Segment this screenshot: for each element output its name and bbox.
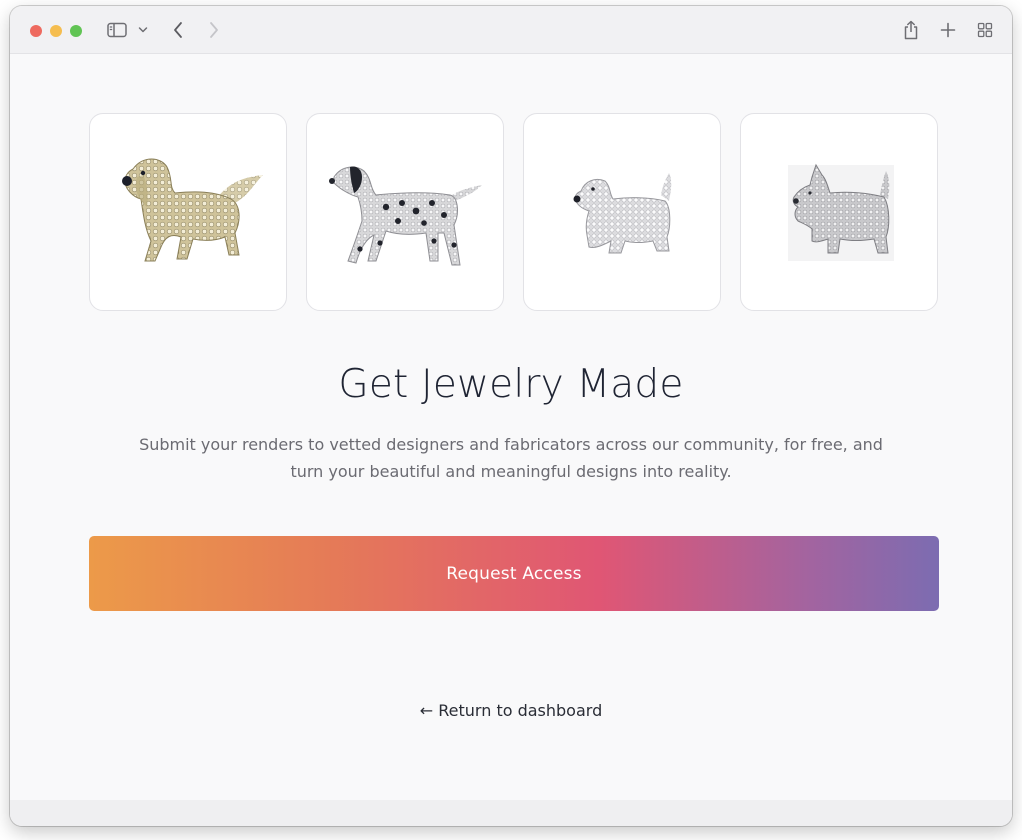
plus-icon[interactable]: [937, 18, 959, 42]
gallery-card: [306, 113, 504, 311]
bottom-bar: [10, 800, 1012, 826]
scottie-dog-brooch-image: [788, 163, 894, 261]
close-window-button[interactable]: [30, 25, 42, 37]
chevron-down-icon[interactable]: [136, 18, 150, 42]
minimize-window-button[interactable]: [50, 25, 62, 37]
page-content: Get Jewelry Made Submit your renders to …: [10, 54, 1012, 800]
terrier-brooch-image: [573, 173, 672, 254]
zoom-window-button[interactable]: [70, 25, 82, 37]
tab-overview-icon[interactable]: [974, 18, 996, 42]
page-title: Get Jewelry Made: [338, 362, 684, 407]
return-to-dashboard-link[interactable]: ← Return to dashboard: [10, 701, 1012, 720]
dalmatian-brooch-image: [329, 166, 482, 266]
back-arrow-icon[interactable]: [168, 18, 188, 42]
gallery-card: [89, 113, 287, 311]
share-icon[interactable]: [900, 18, 922, 42]
sidebar-toggle-icon[interactable]: [106, 18, 128, 42]
browser-window: Get Jewelry Made Submit your renders to …: [10, 6, 1012, 826]
forward-arrow-icon[interactable]: [204, 18, 224, 42]
browser-toolbar: [10, 6, 1012, 54]
page-subtitle: Submit your renders to vetted designers …: [139, 435, 883, 481]
gallery-card: [740, 113, 938, 311]
request-access-button[interactable]: Request Access: [89, 536, 939, 611]
gallery-card: [523, 113, 721, 311]
golden-retriever-brooch-image: [122, 158, 263, 262]
